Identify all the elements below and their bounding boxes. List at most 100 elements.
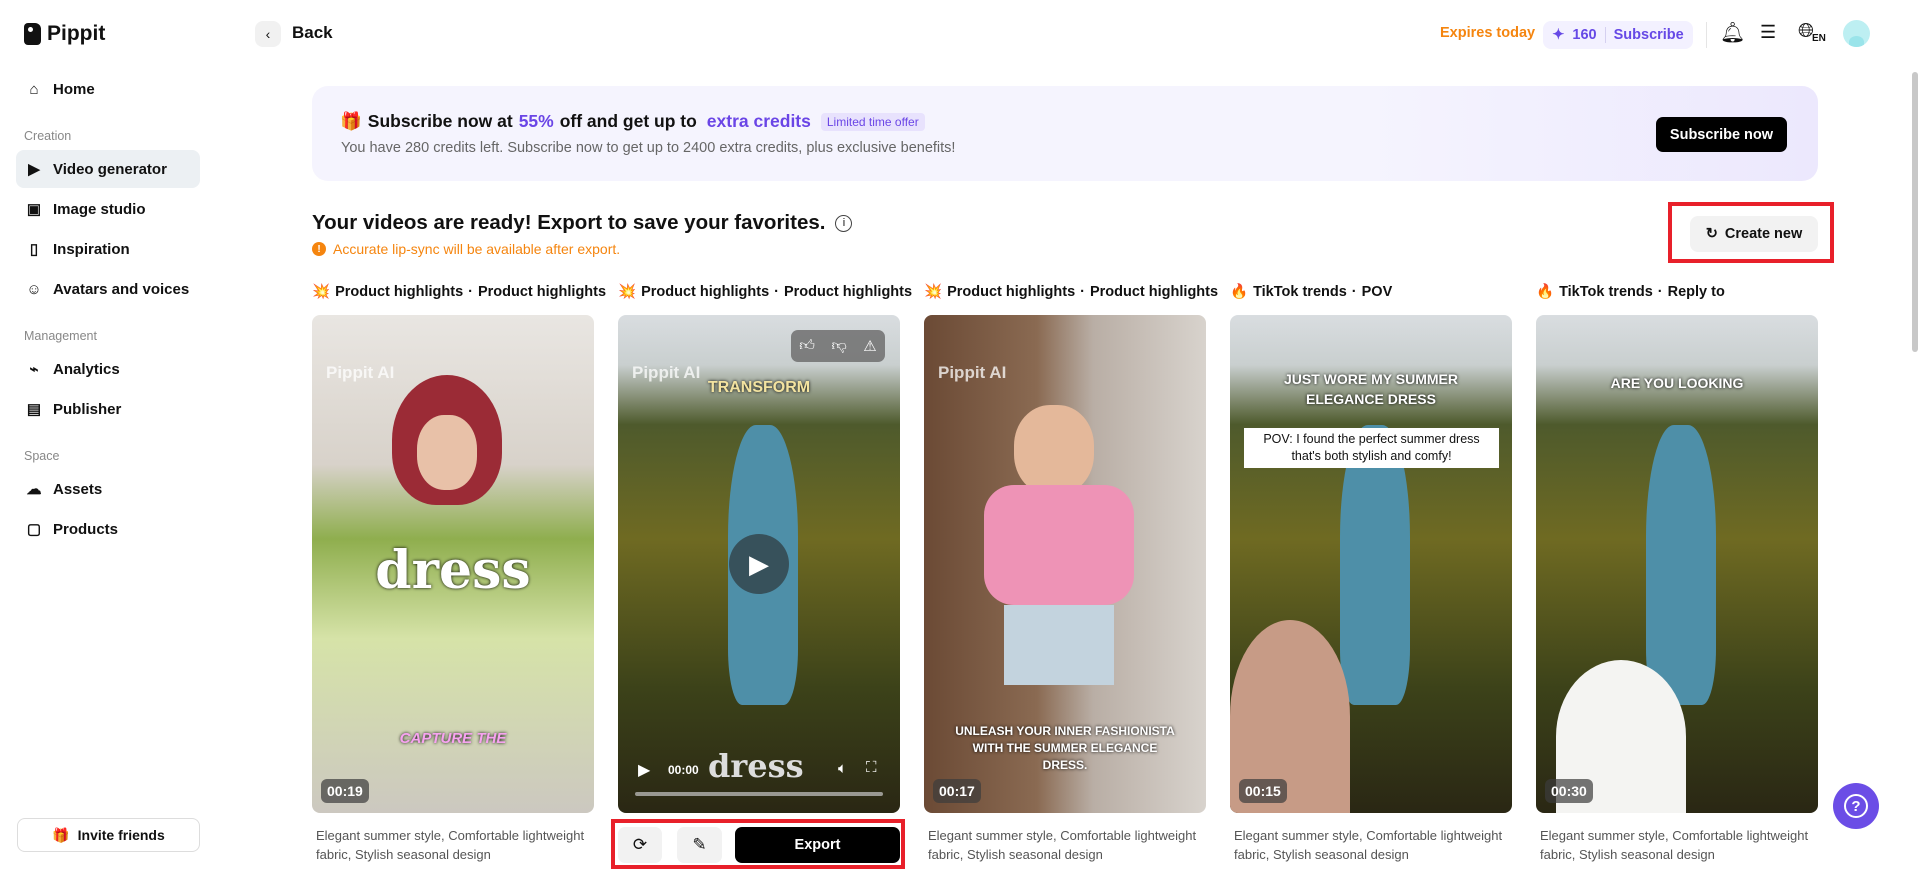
sidebar-item-assets[interactable]: ☁ Assets bbox=[16, 470, 200, 508]
video-caption: CAPTURE THE bbox=[399, 730, 507, 747]
video-caption: POV: I found the perfect summer dress th… bbox=[1244, 428, 1499, 468]
image-plus-icon: ▣ bbox=[26, 201, 42, 218]
video-caption: TRANSFORM bbox=[707, 379, 811, 396]
thumbs-down-icon[interactable]: 👎︎ bbox=[831, 337, 846, 355]
video-caption: dress bbox=[375, 540, 531, 601]
subscribe-link[interactable]: Subscribe bbox=[1614, 27, 1684, 43]
limited-offer-badge: Limited time offer bbox=[820, 112, 925, 131]
thumbs-up-icon[interactable]: 👍︎ bbox=[799, 337, 815, 355]
divider bbox=[1706, 22, 1707, 48]
video-caption: JUST WORE MY SUMMER ELEGANCE DRESS bbox=[1284, 371, 1458, 407]
chevron-left-icon: ‹ bbox=[265, 26, 271, 42]
sidebar-item-home[interactable]: ⌂ Home bbox=[16, 70, 200, 108]
card-title: 💥 Product highlights · Product highlights bbox=[312, 283, 607, 301]
cart-icon[interactable]: ☰ bbox=[1760, 22, 1776, 43]
banner-subtext: You have 280 credits left. Subscribe now… bbox=[341, 140, 956, 156]
back-label[interactable]: Back bbox=[292, 23, 333, 43]
play-icon[interactable]: ▶ bbox=[638, 760, 650, 780]
subscribe-now-button[interactable]: Subscribe now bbox=[1656, 117, 1787, 152]
duration-badge: 00:17 bbox=[933, 779, 981, 803]
sparkle-icon: 💥 bbox=[618, 284, 637, 300]
refresh-icon: ⟳ bbox=[632, 835, 648, 854]
calendar-icon: ▤ bbox=[26, 401, 42, 418]
card-description: Elegant summer style, Comfortable lightw… bbox=[1540, 828, 1809, 862]
video-card[interactable]: Pippit AI dress CAPTURE THE 00:19 bbox=[312, 315, 594, 813]
scrollbar[interactable] bbox=[1912, 72, 1918, 352]
sparkle-icon: 💥 bbox=[924, 284, 943, 300]
feedback-bar: 👍︎ 👎︎ ⚠︎ bbox=[791, 330, 885, 362]
watermark: Pippit AI bbox=[326, 363, 395, 382]
info-icon[interactable]: i bbox=[835, 214, 853, 232]
section-label-space: Space bbox=[24, 449, 60, 463]
back-button[interactable]: ‹ bbox=[255, 21, 281, 47]
video-caption: ARE YOU LOOKING bbox=[1610, 375, 1744, 391]
chart-icon: ⌁ bbox=[29, 361, 39, 378]
fire-icon: 🔥 bbox=[1230, 284, 1249, 300]
sidebar-item-inspiration[interactable]: ▯ Inspiration bbox=[16, 230, 200, 268]
box-icon: ▢ bbox=[26, 521, 42, 538]
section-label-management: Management bbox=[24, 329, 97, 343]
page-title: Your videos are ready! Export to save yo… bbox=[312, 211, 853, 235]
card-title: 💥 Product highlights · Product highlights bbox=[618, 283, 913, 301]
video-card[interactable]: ARE YOU LOOKING 00:30 bbox=[1536, 315, 1818, 813]
create-new-button[interactable]: ↻ Create new bbox=[1690, 216, 1818, 252]
pippit-logo[interactable]: Pippit bbox=[24, 22, 105, 46]
sidebar-item-products[interactable]: ▢ Products bbox=[16, 510, 200, 548]
sidebar-item-image-studio[interactable]: ▣ Image studio bbox=[16, 190, 200, 228]
warning-icon: ! bbox=[312, 242, 326, 256]
report-icon[interactable]: ⚠︎ bbox=[863, 337, 876, 355]
pippit-logo-icon bbox=[24, 23, 41, 45]
card-description: Elegant summer style, Comfortable lightw… bbox=[928, 828, 1197, 862]
fullscreen-icon[interactable]: ⛶ bbox=[866, 759, 877, 776]
section-label-creation: Creation bbox=[24, 129, 72, 143]
video-plus-icon: ▶ bbox=[28, 161, 40, 178]
volume-icon[interactable]: 🔈︎ bbox=[838, 760, 847, 777]
home-icon: ⌂ bbox=[29, 80, 39, 98]
globe-icon[interactable]: 🌐︎ EN bbox=[1798, 20, 1826, 44]
sparkle-icon: 💥 bbox=[312, 284, 331, 300]
sparkle-icon: ✦ bbox=[1552, 27, 1565, 43]
bell-icon[interactable]: 🔔︎ bbox=[1720, 20, 1745, 45]
video-caption: dress bbox=[708, 747, 804, 785]
card-description: Elegant summer style, Comfortable lightw… bbox=[1234, 828, 1503, 862]
help-button[interactable]: ? bbox=[1833, 783, 1879, 829]
avatar[interactable] bbox=[1843, 20, 1870, 47]
current-time: 00:00 bbox=[668, 763, 699, 777]
video-caption: UNLEASH YOUR INNER FASHIONISTA WITH THE … bbox=[955, 724, 1175, 772]
sidebar-item-publisher[interactable]: ▤ Publisher bbox=[16, 390, 200, 428]
banner-title: 🎁 Subscribe now at 55% off and get up to ext… bbox=[340, 111, 925, 132]
watermark: Pippit AI bbox=[938, 363, 1007, 382]
gift-icon: 🎁 bbox=[52, 826, 70, 843]
play-button[interactable]: ▶ bbox=[729, 534, 789, 594]
pencil-icon: ✎ bbox=[692, 835, 707, 854]
gift-icon: 🎁 bbox=[340, 111, 362, 131]
duration-badge: 00:30 bbox=[1545, 779, 1593, 803]
fire-icon: 🔥 bbox=[1536, 284, 1555, 300]
video-card[interactable]: JUST WORE MY SUMMER ELEGANCE DRESS POV: … bbox=[1230, 315, 1512, 813]
duration-badge: 00:19 bbox=[321, 779, 369, 803]
refresh-icon: ↻ bbox=[1705, 226, 1718, 242]
card-description: Elegant summer style, Comfortable lightw… bbox=[316, 828, 585, 862]
avatar-icon: ☺ bbox=[26, 280, 42, 298]
cloud-icon: ☁ bbox=[26, 481, 42, 498]
sidebar-item-avatars-and-voices[interactable]: ☺ Avatars and voices bbox=[16, 270, 200, 308]
card-title: 🔥 TikTok trends · Reply to bbox=[1536, 283, 1725, 301]
lip-sync-warning: ! Accurate lip-sync will be available aft… bbox=[312, 241, 620, 257]
expires-label: Expires today bbox=[1440, 25, 1536, 41]
subscribe-banner bbox=[312, 86, 1818, 181]
edit-button[interactable]: ✎ bbox=[677, 827, 722, 863]
sidebar-item-video-generator[interactable]: ▶ Video generator bbox=[16, 150, 200, 188]
duration-badge: 00:15 bbox=[1239, 779, 1287, 803]
card-title: 💥 Product highlights · Product highlights bbox=[924, 283, 1219, 301]
export-button[interactable]: Export bbox=[735, 827, 900, 863]
sidebar-item-analytics[interactable]: ⌁ Analytics bbox=[16, 350, 200, 388]
question-icon: ? bbox=[1844, 794, 1868, 818]
video-card[interactable]: 👍︎ 👎︎ ⚠︎ Pippit AI TRANSFORM ▶ ▶ 00:00 dre… bbox=[618, 315, 900, 813]
regenerate-button[interactable]: ⟳ bbox=[618, 827, 662, 863]
video-card[interactable]: Pippit AI UNLEASH YOUR INNER FASHIONISTA… bbox=[924, 315, 1206, 813]
credits-pill[interactable]: ✦ 160 Subscribe bbox=[1543, 21, 1693, 49]
credits-count: 160 bbox=[1572, 27, 1597, 43]
inspiration-icon: ▯ bbox=[29, 241, 39, 258]
progress-bar[interactable] bbox=[635, 792, 883, 796]
invite-friends-button[interactable]: 🎁 Invite friends bbox=[17, 818, 200, 852]
